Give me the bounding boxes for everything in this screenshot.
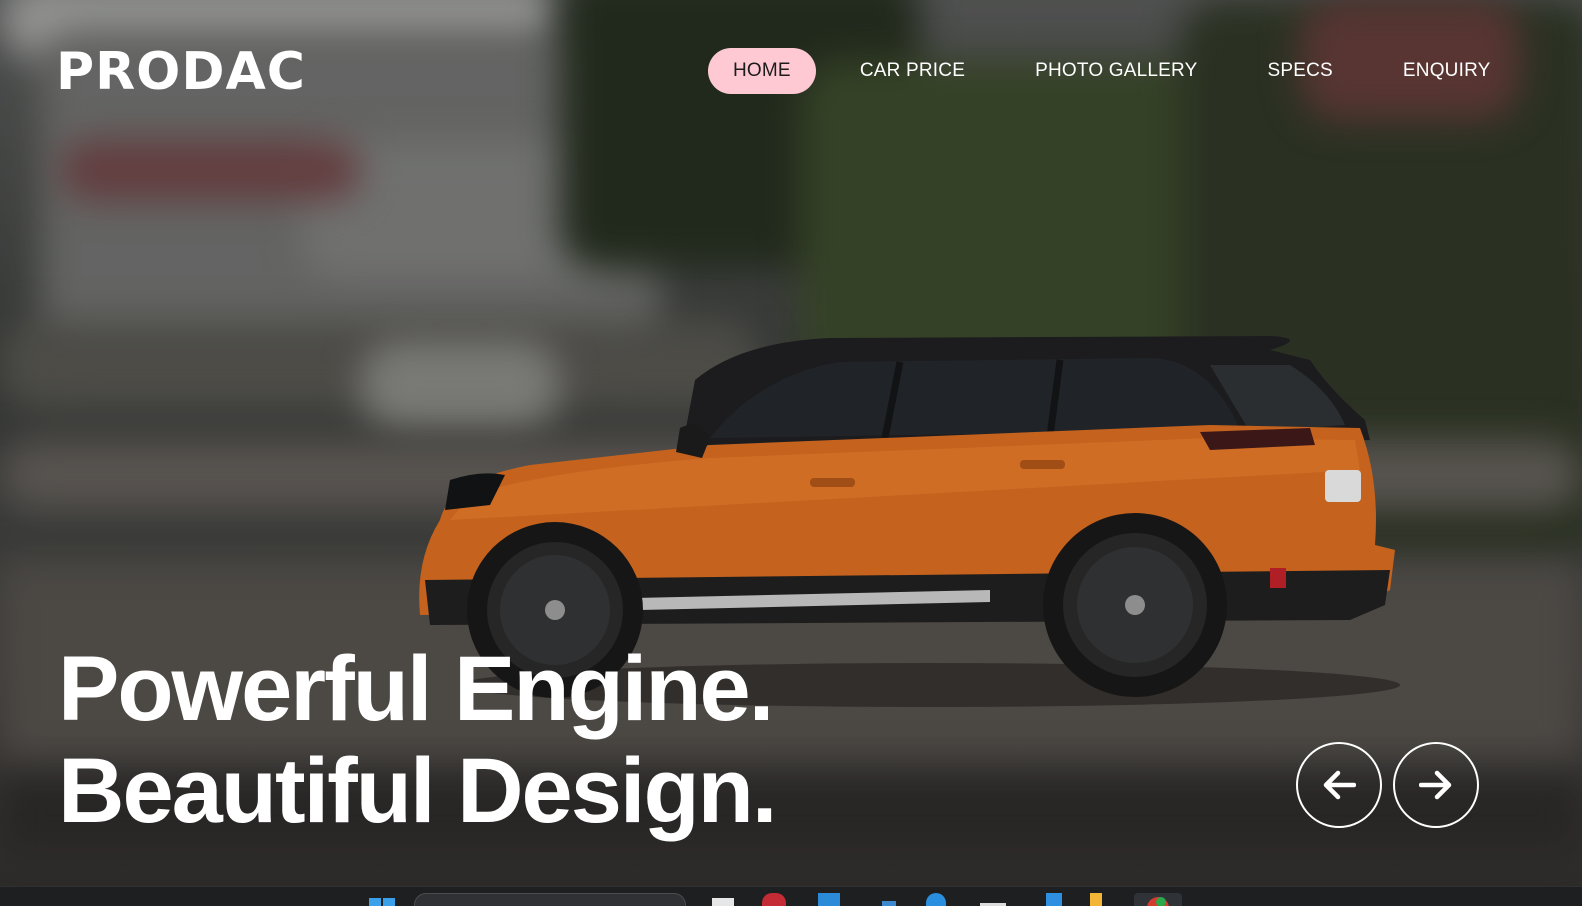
- folder-icon[interactable]: [1090, 893, 1102, 906]
- chrome-icon[interactable]: [1134, 893, 1182, 906]
- nav-item-enquiry[interactable]: ENQUIRY: [1381, 48, 1513, 94]
- next-slide-button[interactable]: [1393, 742, 1479, 828]
- nav-item-home[interactable]: HOME: [708, 48, 816, 94]
- hero-headline-line2: Beautiful Design.: [58, 740, 777, 842]
- app-icon[interactable]: [882, 901, 896, 906]
- main-nav: HOME CAR PRICE PHOTO GALLERY SPECS ENQUI…: [708, 48, 1539, 94]
- os-taskbar: [0, 886, 1582, 906]
- site-logo[interactable]: PRODAC: [56, 42, 306, 102]
- prev-slide-button[interactable]: [1296, 742, 1382, 828]
- calendar-icon[interactable]: [818, 893, 840, 906]
- hero-headline: Powerful Engine. Beautiful Design.: [58, 638, 777, 842]
- vscode-icon[interactable]: [1046, 893, 1062, 906]
- windows-start-icon[interactable]: [368, 893, 398, 906]
- nav-item-photo-gallery[interactable]: PHOTO GALLERY: [1013, 48, 1219, 94]
- arrow-left-icon: [1323, 770, 1356, 800]
- edge-icon[interactable]: [926, 893, 946, 906]
- hero-headline-line1: Powerful Engine.: [58, 638, 774, 740]
- app-icon[interactable]: [762, 893, 786, 906]
- nav-item-car-price[interactable]: CAR PRICE: [838, 48, 987, 94]
- nav-item-specs[interactable]: SPECS: [1245, 48, 1354, 94]
- taskbar-search-box[interactable]: [414, 893, 686, 906]
- arrow-right-icon: [1419, 770, 1452, 800]
- file-explorer-icon[interactable]: [712, 898, 734, 906]
